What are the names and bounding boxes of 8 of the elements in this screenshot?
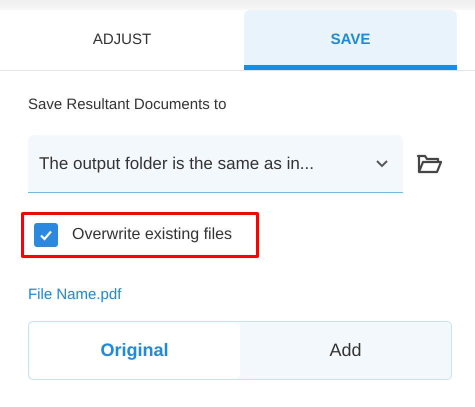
folder-icon[interactable] xyxy=(416,153,442,175)
file-name-link[interactable]: File Name.pdf xyxy=(28,286,122,303)
section-label: Save Resultant Documents to xyxy=(28,95,226,115)
segment-button[interactable]: Original xyxy=(29,322,240,379)
checkbox[interactable] xyxy=(34,223,58,247)
folder-dropdown[interactable]: The output folder is the same as in... xyxy=(28,135,403,193)
checkbox-label: Overwrite existing files xyxy=(72,226,232,244)
chevron-down-icon xyxy=(375,159,389,168)
